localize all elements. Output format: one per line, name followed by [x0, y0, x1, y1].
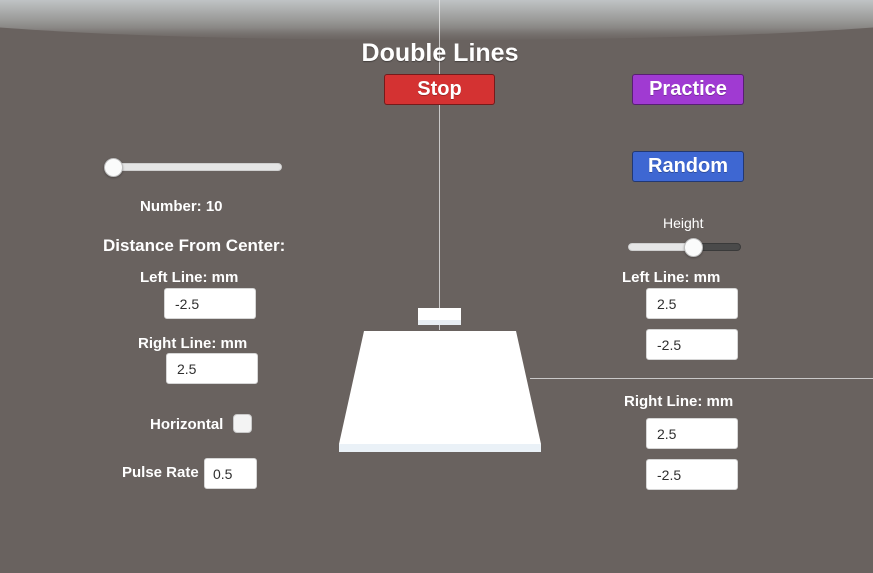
right-panel-left-line-label: Left Line: mm — [622, 269, 721, 286]
horizontal-checkbox[interactable] — [233, 414, 252, 433]
random-button[interactable]: Random — [632, 151, 744, 182]
scene-viewport: Double Lines Stop Practice Random Number… — [0, 0, 873, 573]
practice-button[interactable]: Practice — [632, 74, 744, 105]
page-title: Double Lines — [361, 39, 519, 67]
right-panel-left-line-field-2[interactable] — [646, 329, 738, 360]
number-slider[interactable] — [110, 163, 282, 171]
height-slider-handle[interactable] — [684, 238, 704, 257]
distance-heading: Distance From Center: — [103, 236, 286, 255]
right-line-label: Right Line: mm — [138, 335, 248, 352]
platform-body — [339, 331, 541, 444]
right-panel-left-line-field-1[interactable] — [646, 288, 738, 319]
right-line-field[interactable] — [166, 353, 258, 384]
right-panel-right-line-field-1[interactable] — [646, 418, 738, 449]
pulse-rate-field[interactable] — [204, 458, 257, 489]
number-label: Number: 10 — [140, 198, 223, 215]
stop-button[interactable]: Stop — [384, 74, 495, 105]
height-label: Height — [663, 215, 704, 231]
number-slider-handle[interactable] — [104, 158, 123, 177]
horizontal-label: Horizontal — [150, 416, 224, 433]
left-line-label: Left Line: mm — [140, 269, 239, 286]
platform-top-block-edge — [418, 320, 461, 325]
right-panel-right-line-label: Right Line: mm — [624, 393, 734, 410]
left-line-field[interactable] — [164, 288, 256, 319]
horizontal-guide-line — [530, 378, 873, 379]
right-panel-right-line-field-2[interactable] — [646, 459, 738, 490]
platform-base-edge — [339, 444, 541, 452]
pulse-rate-label: Pulse Rate — [122, 464, 199, 481]
platform-model — [339, 308, 541, 452]
